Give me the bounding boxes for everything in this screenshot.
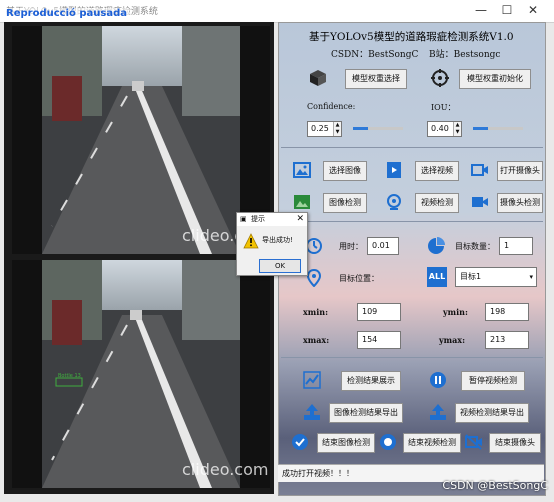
pie-chart-icon — [428, 237, 445, 254]
end-image-detect-button[interactable]: 结束图像检测 — [317, 433, 375, 453]
upload-icon — [304, 404, 320, 420]
pause-video-detect-button[interactable]: 暂停视频检测 — [461, 371, 525, 391]
chevron-down-icon: ▾ — [529, 273, 533, 281]
cube-icon — [310, 70, 326, 86]
time-value-field: 0.01 — [367, 237, 399, 255]
close-button[interactable]: ✕ — [522, 2, 544, 18]
target-count-field: 1 — [499, 237, 533, 255]
playback-paused-label: Reproducció pausada — [4, 8, 129, 19]
open-camera-button[interactable]: 打开摄像头 — [497, 161, 543, 181]
camera-icon — [471, 164, 488, 176]
iou-label: IOU： — [431, 103, 456, 112]
image-detect-icon — [294, 195, 310, 209]
webcam-icon — [387, 194, 401, 210]
upload-video-icon — [430, 404, 446, 420]
xmax-field: 154 — [357, 331, 401, 349]
dialog-close-button[interactable]: ✕ — [296, 213, 304, 226]
divider — [281, 221, 543, 222]
line-chart-icon — [303, 371, 321, 389]
detection-box-label: Bottle 13 — [58, 373, 81, 379]
video-detect-button[interactable]: 视频检测 — [415, 193, 459, 213]
bilibili-label: B站：Bestsongc — [429, 50, 501, 60]
camera-off-icon — [465, 434, 482, 450]
iou-spinbox[interactable]: 0.40 ▲ ▼ — [427, 121, 462, 137]
select-image-button[interactable]: 选择图像 — [323, 161, 367, 181]
minimize-button[interactable]: — — [470, 2, 492, 18]
video-panel: clideo.com Bottle 13 clideo.com — [4, 22, 274, 494]
confidence-label: Confidence: — [307, 102, 356, 111]
system-title: 基于YOLOv5模型的道路瑕疵检测系统V1.0 — [309, 31, 514, 43]
model-weight-init-button[interactable]: 模型权重初始化 — [459, 69, 531, 89]
ymax-field: 213 — [485, 331, 529, 349]
maximize-button[interactable]: ☐ — [496, 2, 518, 18]
export-image-result-button[interactable]: 图像检测结果导出 — [329, 403, 403, 423]
time-label: 用时： — [339, 242, 363, 251]
app-window-icon: ▣ — [240, 215, 247, 223]
original-video-frame: clideo.com — [12, 26, 270, 254]
ymax-label: ymax: — [439, 335, 466, 345]
target-count-label: 目标数量： — [455, 242, 495, 251]
image-icon — [293, 162, 311, 178]
xmin-label: xmin: — [303, 307, 329, 317]
road-scene-image — [12, 26, 270, 254]
road-scene-detected-image — [12, 260, 270, 488]
detected-video-frame: Bottle 13 clideo.com — [12, 260, 270, 488]
divider — [281, 357, 543, 358]
stop-icon — [380, 434, 396, 450]
all-targets-icon: ALL — [427, 267, 447, 287]
end-video-detect-button[interactable]: 结束视频检测 — [403, 433, 461, 453]
export-video-result-button[interactable]: 视频检测结果导出 — [455, 403, 529, 423]
dialog-message: 导出成功! — [262, 236, 293, 244]
check-circle-icon — [292, 434, 308, 450]
confidence-spinbox[interactable]: 0.25 ▲ ▼ — [307, 121, 342, 137]
info-dialog: 提示 ▣ ✕ 导出成功! OK — [236, 212, 308, 276]
ymin-label: ymin: — [443, 307, 468, 317]
end-camera-button[interactable]: 结束摄像头 — [489, 433, 541, 453]
camera-detect-button[interactable]: 摄像头检测 — [497, 193, 543, 213]
divider — [281, 147, 543, 148]
select-video-button[interactable]: 选择视频 — [415, 161, 459, 181]
video-camera-icon — [472, 197, 488, 207]
ymin-field: 198 — [485, 303, 529, 321]
video-file-icon — [387, 162, 401, 178]
csdn-label: CSDN：BestSongC — [331, 50, 419, 60]
target-select-dropdown[interactable]: 目标1 ▾ — [455, 267, 537, 287]
dialog-ok-button[interactable]: OK — [259, 259, 301, 273]
image-detect-button[interactable]: 图像检测 — [323, 193, 367, 213]
target-position-label: 目标位置： — [339, 274, 379, 283]
warning-icon — [243, 233, 259, 249]
model-weight-select-button[interactable]: 模型权重选择 — [345, 69, 407, 89]
show-result-button[interactable]: 检测结果展示 — [341, 371, 401, 391]
video-watermark-bottom: clideo.com — [182, 460, 269, 479]
xmin-field: 109 — [357, 303, 401, 321]
iou-slider[interactable] — [473, 127, 523, 130]
target-icon — [431, 69, 449, 87]
control-panel: 基于YOLOv5模型的道路瑕疵检测系统V1.0 CSDN：BestSongC B… — [278, 22, 546, 496]
xmax-label: xmax: — [303, 335, 330, 345]
csdn-watermark: CSDN @BestSongC — [442, 479, 548, 492]
pause-icon — [430, 372, 446, 388]
confidence-slider[interactable] — [353, 127, 403, 130]
